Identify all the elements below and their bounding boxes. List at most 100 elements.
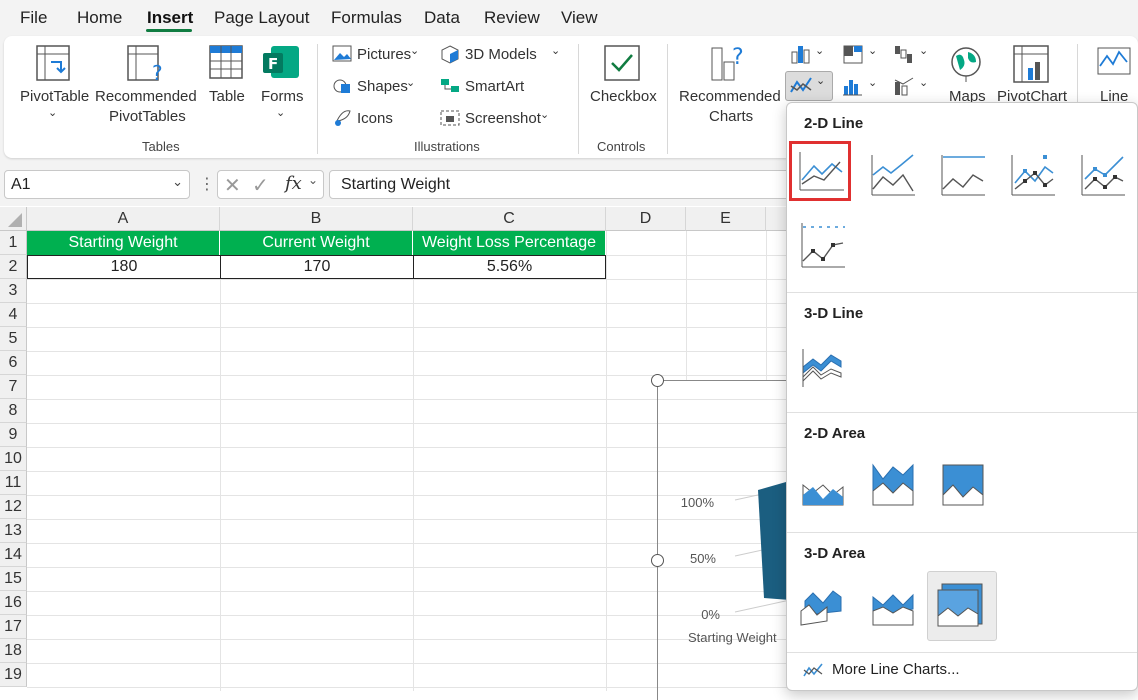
row-header-15[interactable]: 15: [0, 567, 27, 591]
line-chart-dropdown-button[interactable]: ⌄: [785, 71, 833, 101]
column-header-c[interactable]: C: [413, 207, 606, 231]
cell-c2[interactable]: 5.56%: [413, 255, 606, 279]
cell-a1[interactable]: Starting Weight: [27, 231, 220, 255]
column-header-a[interactable]: A: [27, 207, 220, 231]
active-tab-indicator: [146, 29, 192, 32]
row-header-10[interactable]: 10: [0, 447, 27, 471]
row-header-16[interactable]: 16: [0, 591, 27, 615]
3d-area-option[interactable]: [799, 581, 849, 631]
row-header-2[interactable]: 2: [0, 255, 27, 279]
tab-page-layout[interactable]: Page Layout: [214, 8, 309, 28]
fx-chevron-icon[interactable]: ⌄: [308, 173, 318, 187]
gridline: [766, 231, 767, 381]
globe-icon: [951, 47, 981, 82]
row-header-7[interactable]: 7: [0, 375, 27, 399]
waterfall-chart-chevron-icon: ⌄: [919, 45, 929, 57]
row-header-6[interactable]: 6: [0, 351, 27, 375]
sparkline-line-icon: [1097, 47, 1131, 75]
row-header-17[interactable]: 17: [0, 615, 27, 639]
stacked-line-icon: [871, 154, 915, 196]
row-header-19[interactable]: 19: [0, 663, 27, 687]
section-2d-area: 2-D Area: [804, 425, 866, 442]
shapes-icon: [333, 79, 350, 93]
tab-review[interactable]: Review: [484, 8, 540, 28]
svg-text:?: ?: [732, 45, 744, 70]
row-header-13[interactable]: 13: [0, 519, 27, 543]
line-with-markers-icon: [1011, 155, 1055, 196]
row-header-14[interactable]: 14: [0, 543, 27, 567]
gridline: [606, 231, 607, 691]
formula-bar-grip-icon[interactable]: ⋮: [199, 174, 215, 194]
row-header-8[interactable]: 8: [0, 399, 27, 423]
table-label: Table: [209, 88, 245, 105]
row-header-4[interactable]: 4: [0, 303, 27, 327]
section-2d-line: 2-D Line: [804, 115, 864, 132]
gridline: [27, 375, 787, 376]
row-header-1[interactable]: 1: [0, 231, 27, 255]
gridline: [220, 279, 221, 691]
row-header-3[interactable]: 3: [0, 279, 27, 303]
statistic-chart-icon: [843, 80, 862, 96]
tab-data[interactable]: Data: [424, 8, 460, 28]
chart-resize-handle[interactable]: [651, 554, 664, 567]
insert-function-icon[interactable]: fx: [285, 173, 302, 194]
100-stacked-line-with-markers-option[interactable]: [799, 221, 849, 271]
svg-text:F: F: [268, 55, 278, 73]
row-header-12[interactable]: 12: [0, 495, 27, 519]
cell-b1[interactable]: Current Weight: [220, 231, 413, 255]
row-header-9[interactable]: 9: [0, 423, 27, 447]
3d-stacked-area-option[interactable]: [869, 581, 919, 631]
column-header-d[interactable]: D: [606, 207, 686, 231]
row-header-11[interactable]: 11: [0, 471, 27, 495]
chart-resize-handle[interactable]: [651, 374, 664, 387]
cancel-icon[interactable]: ✕: [224, 173, 241, 198]
tab-home[interactable]: Home: [77, 8, 122, 28]
name-box[interactable]: A1 ⌄: [4, 170, 190, 199]
column-chart-icon: [791, 46, 810, 64]
group-separator: [578, 44, 579, 154]
cell-b2[interactable]: 170: [220, 255, 414, 279]
stacked-line-option[interactable]: [869, 153, 919, 203]
row-header-18[interactable]: 18: [0, 639, 27, 663]
column-header-f[interactable]: [766, 207, 788, 231]
formula-input[interactable]: Starting Weight: [329, 170, 799, 199]
tab-file[interactable]: File: [20, 8, 47, 28]
divider: [787, 652, 1137, 653]
column-header-b[interactable]: B: [220, 207, 413, 231]
tab-insert[interactable]: Insert: [147, 8, 193, 28]
3d-100-stacked-area-option[interactable]: [927, 571, 997, 641]
3d-area-icon: [800, 590, 842, 626]
line-chart-option[interactable]: [789, 141, 851, 201]
stacked-line-with-markers-icon: [1081, 155, 1125, 196]
3d-models-label: 3D Models: [465, 46, 537, 63]
pictures-label: Pictures: [357, 46, 412, 63]
3d-100-stacked-area-icon: [937, 583, 983, 627]
pivottable-icon: [36, 45, 70, 81]
tab-view[interactable]: View: [561, 8, 598, 28]
more-line-charts-label: More Line Charts...: [832, 661, 960, 678]
area-option[interactable]: [799, 461, 849, 511]
formula-value: Starting Weight: [341, 176, 451, 193]
line-with-markers-option[interactable]: [1009, 153, 1059, 203]
100-stacked-area-option[interactable]: [939, 461, 989, 511]
menu-bar: File Home Insert Page Layout Formulas Da…: [0, 0, 1138, 34]
stacked-line-with-markers-option[interactable]: [1079, 153, 1129, 203]
forms-icon: F: [263, 46, 299, 78]
cell-c1[interactable]: Weight Loss Percentage: [413, 231, 606, 255]
tab-formulas[interactable]: Formulas: [331, 8, 402, 28]
row-header-5[interactable]: 5: [0, 327, 27, 351]
statistic-chart-chevron-icon: ⌄: [868, 77, 878, 89]
stacked-area-option[interactable]: [869, 461, 919, 511]
smartart-label: SmartArt: [465, 78, 525, 95]
name-box-chevron-icon[interactable]: ⌄: [172, 174, 183, 190]
select-all-corner[interactable]: [0, 207, 27, 231]
3d-models-chevron-icon: ⌄: [551, 45, 561, 57]
line-chart-chevron-icon: ⌄: [816, 75, 826, 87]
3d-line-option[interactable]: [799, 341, 849, 391]
cell-a2[interactable]: 180: [27, 255, 221, 279]
table-icon: [209, 45, 243, 79]
3d-stacked-area-icon: [872, 593, 914, 626]
enter-check-icon[interactable]: ✓: [252, 173, 269, 198]
column-header-e[interactable]: E: [686, 207, 766, 231]
100-stacked-line-option[interactable]: [939, 153, 989, 203]
